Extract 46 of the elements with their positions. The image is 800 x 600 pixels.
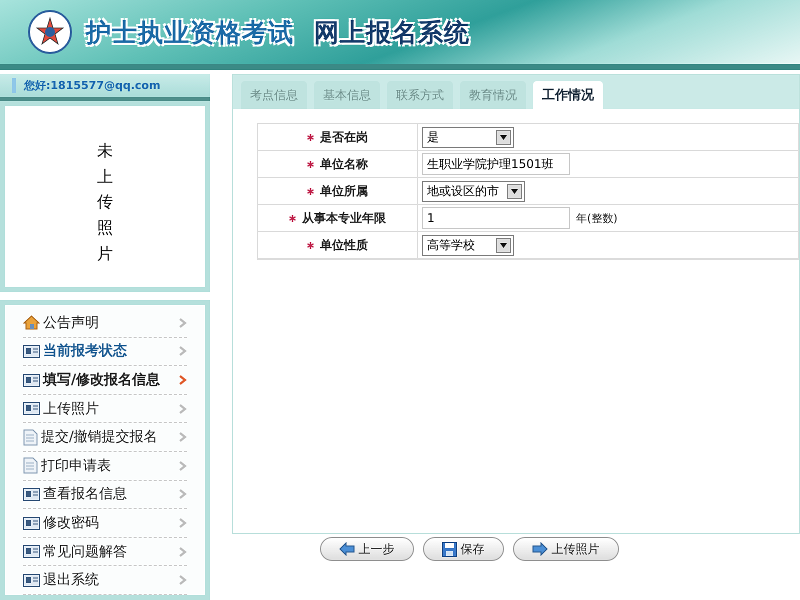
action-button[interactable]: 上一步 <box>320 537 414 561</box>
field-label: 单位性质 <box>320 236 368 254</box>
menu-item[interactable]: 当前报考状态 <box>23 338 187 366</box>
tab[interactable]: 工作情况 <box>533 81 603 109</box>
right-arrow-icon <box>532 542 548 556</box>
document-icon <box>23 457 38 474</box>
site-subtitle: 网上报名系统 <box>314 16 470 48</box>
input-field[interactable]: 生职业学院护理1501班 <box>422 153 570 175</box>
site-title: 护士执业资格考试 <box>86 16 294 48</box>
menu-item[interactable]: 提交/撤销提交报名 <box>23 423 187 452</box>
menu-item[interactable]: 查看报名信息 <box>23 480 187 510</box>
card-icon <box>23 374 40 387</box>
menu-item[interactable]: 打印申请表 <box>23 452 187 481</box>
card-icon <box>23 402 40 416</box>
field-label: 是否在岗 <box>320 128 368 146</box>
field-label: 单位所属 <box>320 182 368 200</box>
field-label: 从事本专业年限 <box>302 210 386 226</box>
menu-item[interactable]: 上传照片 <box>23 394 187 424</box>
photo-placeholder-text: 未上传照片 <box>97 140 113 265</box>
field-label: 单位名称 <box>320 156 368 172</box>
house-icon <box>23 315 40 330</box>
field-hint: 年(整数) <box>576 210 618 226</box>
card-icon <box>23 516 40 530</box>
action-button[interactable]: 上传照片 <box>512 537 618 561</box>
card-icon <box>23 545 40 558</box>
menu-item[interactable]: 公告声明 <box>23 309 187 338</box>
dropdown-icon <box>496 130 511 144</box>
menu-item[interactable]: 修改密码 <box>23 509 187 538</box>
save-icon <box>442 542 456 556</box>
menu-item[interactable]: 填写/修改报名信息 <box>23 366 187 395</box>
menu-item[interactable]: 退出系统 <box>23 566 187 595</box>
select-field[interactable]: 地或设区的市 <box>422 180 525 202</box>
action-button[interactable]: 保存 <box>422 537 504 561</box>
menu-item[interactable]: 常见问题解答 <box>23 538 187 566</box>
card-icon <box>23 574 40 587</box>
greeting-text: 您好:1815577@qq.com <box>12 78 160 94</box>
card-icon <box>23 488 40 501</box>
select-field[interactable]: 高等学校 <box>422 234 514 256</box>
select-field[interactable]: 是 <box>422 126 514 148</box>
document-icon <box>23 428 38 446</box>
emblem-logo <box>28 10 72 54</box>
dropdown-icon <box>496 238 511 252</box>
dropdown-icon <box>507 184 522 198</box>
input-field[interactable]: 1 <box>422 207 570 229</box>
left-arrow-icon <box>338 542 354 556</box>
card-icon <box>23 344 40 358</box>
